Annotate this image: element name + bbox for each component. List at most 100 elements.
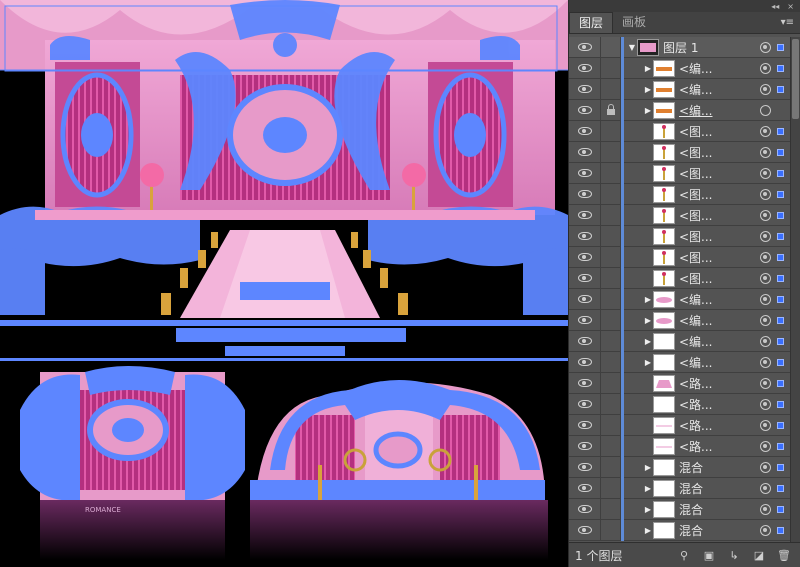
lock-toggle[interactable]: [601, 499, 621, 519]
lock-toggle[interactable]: [601, 184, 621, 204]
layer-name[interactable]: <编...: [679, 102, 760, 119]
lock-toggle[interactable]: [601, 79, 621, 99]
visibility-toggle[interactable]: [569, 478, 601, 498]
target-circle-icon[interactable]: [760, 398, 771, 410]
new-layer-icon[interactable]: ◪: [751, 548, 767, 562]
layer-name[interactable]: <图...: [679, 165, 760, 182]
visibility-toggle[interactable]: [569, 37, 601, 57]
sublayer-row[interactable]: <图...: [569, 268, 791, 289]
visibility-toggle[interactable]: [569, 415, 601, 435]
target-circle-icon[interactable]: [760, 167, 771, 179]
selection-indicator[interactable]: [777, 463, 784, 471]
target-circle-icon[interactable]: [760, 482, 771, 494]
sublayer-row[interactable]: ▶ <编...: [569, 79, 791, 100]
layer-name[interactable]: <图...: [679, 207, 760, 224]
selection-indicator[interactable]: [777, 253, 784, 261]
visibility-toggle[interactable]: [569, 394, 601, 414]
lock-toggle[interactable]: [601, 121, 621, 141]
delete-icon[interactable]: 🗑: [776, 548, 792, 562]
visibility-toggle[interactable]: [569, 520, 601, 540]
lock-toggle[interactable]: [601, 268, 621, 288]
visibility-toggle[interactable]: [569, 268, 601, 288]
target-circle-icon[interactable]: [760, 209, 771, 221]
target-circle-icon[interactable]: [760, 503, 771, 515]
selection-indicator[interactable]: [777, 484, 784, 492]
selection-indicator[interactable]: [777, 85, 784, 93]
target-circle-icon[interactable]: [760, 419, 771, 431]
visibility-toggle[interactable]: [569, 121, 601, 141]
sublayer-row[interactable]: ▶ 混合: [569, 499, 791, 520]
sublayer-row[interactable]: <图...: [569, 226, 791, 247]
chevron-right-icon[interactable]: ▶: [643, 85, 653, 94]
target-circle-icon[interactable]: [760, 335, 771, 347]
layer-name[interactable]: <编...: [679, 354, 760, 371]
layer-name[interactable]: <编...: [679, 60, 760, 77]
lock-toggle[interactable]: [601, 58, 621, 78]
layers-list[interactable]: ▼ 图层 1 ▶ <编... ▶ <编... ▶ <编... <图... <图... <图... <图…: [569, 37, 791, 542]
layer-name[interactable]: <图...: [679, 186, 760, 203]
chevron-right-icon[interactable]: ▶: [643, 526, 653, 535]
clipping-mask-icon[interactable]: ▣: [701, 548, 717, 562]
selection-indicator[interactable]: [777, 337, 784, 345]
sublayer-row[interactable]: <图...: [569, 163, 791, 184]
target-circle-icon[interactable]: [760, 461, 771, 473]
target-circle-icon[interactable]: [760, 272, 771, 284]
layer-name[interactable]: <编...: [679, 291, 760, 308]
panel-menu-icon[interactable]: ▾≡: [781, 17, 794, 28]
layer-name[interactable]: 混合: [679, 480, 760, 497]
lock-toggle[interactable]: [601, 478, 621, 498]
visibility-toggle[interactable]: [569, 499, 601, 519]
sublayer-row[interactable]: ▶ 混合: [569, 520, 791, 541]
target-circle-icon[interactable]: [760, 104, 771, 116]
wedding-stage-artwork[interactable]: ROMANCE: [0, 0, 568, 567]
selection-indicator[interactable]: [777, 400, 784, 408]
sublayer-row[interactable]: ▶ <编...: [569, 58, 791, 79]
selection-indicator[interactable]: [777, 295, 784, 303]
selection-indicator[interactable]: [777, 190, 784, 198]
layer-name[interactable]: <编...: [679, 81, 760, 98]
selection-indicator[interactable]: [777, 148, 784, 156]
visibility-toggle[interactable]: [569, 436, 601, 456]
chevron-right-icon[interactable]: ▶: [643, 463, 653, 472]
lock-toggle[interactable]: [601, 163, 621, 183]
selection-indicator[interactable]: [777, 358, 784, 366]
selection-indicator[interactable]: [777, 421, 784, 429]
target-circle-icon[interactable]: [760, 440, 771, 452]
layer-name[interactable]: <图...: [679, 228, 760, 245]
selection-indicator[interactable]: [777, 316, 784, 324]
target-circle-icon[interactable]: [760, 125, 771, 137]
sublayer-row[interactable]: ▶ <编...: [569, 352, 791, 373]
visibility-toggle[interactable]: [569, 352, 601, 372]
visibility-toggle[interactable]: [569, 142, 601, 162]
sublayer-icon[interactable]: ↳: [726, 548, 742, 562]
lock-toggle[interactable]: [601, 37, 621, 57]
lock-toggle[interactable]: [601, 373, 621, 393]
lock-toggle[interactable]: [601, 310, 621, 330]
scrollbar-thumb[interactable]: [792, 39, 799, 119]
layer-name[interactable]: <图...: [679, 249, 760, 266]
sublayer-row[interactable]: <路...: [569, 394, 791, 415]
lock-toggle[interactable]: [601, 100, 621, 120]
layer-name[interactable]: <图...: [679, 144, 760, 161]
sublayer-row[interactable]: <路...: [569, 415, 791, 436]
sublayer-row[interactable]: <图...: [569, 247, 791, 268]
target-circle-icon[interactable]: [760, 377, 771, 389]
chevron-right-icon[interactable]: ▶: [643, 295, 653, 304]
selection-indicator[interactable]: [777, 64, 784, 72]
selection-indicator[interactable]: [777, 379, 784, 387]
layer-name[interactable]: <路...: [679, 417, 760, 434]
target-circle-icon[interactable]: [760, 293, 771, 305]
visibility-toggle[interactable]: [569, 373, 601, 393]
lock-toggle[interactable]: [601, 205, 621, 225]
visibility-toggle[interactable]: [569, 457, 601, 477]
lock-toggle[interactable]: [601, 415, 621, 435]
target-circle-icon[interactable]: [760, 188, 771, 200]
target-circle-icon[interactable]: [760, 251, 771, 263]
layer-name[interactable]: <路...: [679, 396, 760, 413]
target-circle-icon[interactable]: [760, 314, 771, 326]
lock-toggle[interactable]: [601, 142, 621, 162]
lock-toggle[interactable]: [601, 226, 621, 246]
lock-toggle[interactable]: [601, 247, 621, 267]
sublayer-row[interactable]: <图...: [569, 184, 791, 205]
visibility-toggle[interactable]: [569, 100, 601, 120]
